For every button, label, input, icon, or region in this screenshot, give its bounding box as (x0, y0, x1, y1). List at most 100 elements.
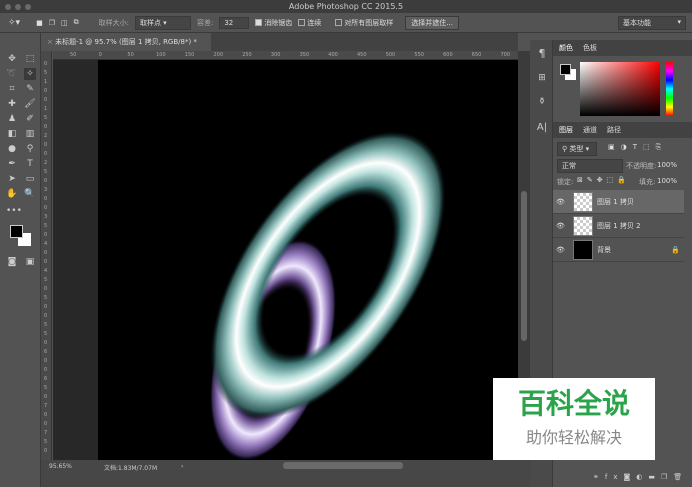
ruler-tick-label: 2 (44, 160, 48, 166)
quick-mask-icon[interactable]: ◙ (6, 256, 18, 268)
galaxy-artwork (209, 131, 446, 461)
contiguous-checkbox[interactable]: 连续 (298, 18, 321, 28)
antialias-checkbox[interactable]: 消除锯齿 (255, 18, 292, 28)
layer-row[interactable]: 👁 背景 🔒 (553, 238, 684, 262)
foreground-color-swatch[interactable] (10, 225, 23, 238)
hue-slider[interactable] (666, 62, 673, 116)
horizontal-scroll-thumb[interactable] (283, 462, 403, 469)
move-tool-icon[interactable]: ✥ (6, 53, 18, 65)
more-tools-icon[interactable]: ••• (6, 205, 22, 217)
ruler-tick-label: 5 (44, 331, 48, 337)
tolerance-input[interactable]: 32 (219, 16, 250, 29)
eraser-tool-icon[interactable]: ◧ (6, 128, 18, 140)
ruler-tick-label: 1 (44, 79, 48, 85)
layer-filter-icons[interactable]: ▣◑T⬚⎘ (608, 143, 667, 152)
intersect-selection-icon[interactable]: ⧉ (74, 18, 79, 27)
sample-size-select[interactable]: 取样点 ▾ (134, 15, 191, 30)
eyedropper-tool-icon[interactable]: ✎ (24, 83, 36, 95)
layer-row[interactable]: 👁 图层 1 拷贝 (553, 190, 684, 214)
vertical-ruler: 0510015020025030035040045050055060065070… (41, 51, 52, 460)
layer-row[interactable]: 👁 图层 1 拷贝 2 (553, 214, 684, 238)
ruler-tick-label: 1 (44, 106, 48, 112)
tools-panel: ✥ ⬚ ➰ ✧ ⌗ ✎ ✚ 🖌 ♟ ✐ ◧ ▥ ● ⚲ ✒ T ➤ ▭ ✋ 🔍 … (0, 33, 41, 487)
lock-icons[interactable]: ⊠✎✥⬚🔒 (577, 176, 630, 184)
crop-tool-icon[interactable]: ⌗ (6, 83, 18, 95)
ruler-tick-label: 300 (270, 52, 281, 58)
all-layers-checkbox[interactable]: 对所有图层取样 (335, 18, 393, 28)
eye-icon[interactable]: 👁 (556, 198, 568, 206)
layer-filter-select[interactable]: ⚲ 类型 ▾ (557, 142, 597, 156)
layer-thumbnail (573, 191, 593, 212)
layer-name: 背景 (597, 245, 611, 254)
marquee-tool-icon[interactable]: ⬚ (24, 53, 36, 65)
ruler-tick-label: 0 (44, 313, 48, 319)
minimize-window-button[interactable] (15, 4, 21, 10)
contiguous-label: 连续 (307, 18, 322, 27)
magic-wand-tool-icon[interactable]: ✧ (24, 68, 36, 80)
blend-mode-select[interactable]: 正常 (557, 159, 623, 173)
add-selection-icon[interactable]: ❐ (49, 19, 55, 27)
color-foreground-swatch[interactable] (560, 64, 571, 75)
blur-tool-icon[interactable]: ● (6, 143, 18, 155)
glyphs-icon[interactable]: ⊞ (536, 72, 548, 84)
zoom-tool-icon[interactable]: 🔍 (24, 188, 36, 200)
sample-size-value: 取样点 (139, 18, 161, 27)
subtract-selection-icon[interactable]: ◫ (61, 19, 68, 27)
brush-presets-icon[interactable]: ⚱ (536, 96, 548, 108)
close-window-button[interactable] (5, 4, 11, 10)
lasso-tool-icon[interactable]: ➰ (6, 68, 18, 80)
status-menu-arrow-icon[interactable]: › (181, 463, 183, 470)
document-tab[interactable]: × 未标题-1 @ 95.7% (图层 1 拷贝, RGB/8*) * (41, 33, 211, 51)
ruler-tick-label: 0 (44, 286, 48, 292)
ruler-tick-label: 0 (44, 124, 48, 130)
eye-icon[interactable]: 👁 (556, 246, 568, 254)
lock-label: 锁定: (557, 178, 574, 186)
ruler-tick-label: 0 (44, 142, 48, 148)
opacity-input[interactable]: 100% (657, 161, 677, 169)
history-brush-icon[interactable]: ✐ (24, 113, 36, 125)
paragraph-icon[interactable]: ¶ (536, 48, 548, 60)
stamp-tool-icon[interactable]: ♟ (6, 113, 18, 125)
zoom-level[interactable]: 95.65% (49, 463, 72, 470)
tab-paths[interactable]: 路径 (607, 125, 621, 135)
select-and-mask-button[interactable]: 选择并遮住... (405, 15, 459, 30)
character-icon[interactable]: A| (536, 122, 548, 134)
horizontal-ruler: 50 0 50 100 150 200 250 300 350 400 450 500 550 600 65… (53, 51, 518, 60)
tab-color[interactable]: 颜色 (559, 43, 573, 53)
fill-input[interactable]: 100% (657, 177, 677, 185)
dodge-tool-icon[interactable]: ⚲ (24, 143, 36, 155)
tab-swatches[interactable]: 色板 (583, 43, 597, 53)
all-layers-label: 对所有图层取样 (344, 18, 394, 27)
gradient-tool-icon[interactable]: ▥ (24, 128, 36, 140)
type-tool-icon[interactable]: T (24, 158, 36, 170)
ruler-tick-label: 0 (44, 304, 48, 310)
tab-channels[interactable]: 通道 (583, 125, 597, 135)
ruler-tick-label: 650 (471, 52, 482, 58)
new-selection-icon[interactable]: ■ (36, 19, 43, 27)
hand-tool-icon[interactable]: ✋ (6, 188, 18, 200)
vertical-scroll-thumb[interactable] (521, 191, 527, 341)
eye-icon[interactable]: 👁 (556, 222, 568, 230)
document-canvas[interactable] (98, 60, 518, 461)
magic-wand-icon[interactable]: ✧▾ (8, 18, 20, 28)
ruler-tick-label: 250 (242, 52, 252, 58)
layer-actions-bar[interactable]: ⚭fx◙◐▬❐🗑 (593, 473, 688, 481)
tab-layers[interactable]: 图层 (559, 125, 573, 135)
ruler-tick-label: 0 (44, 412, 48, 418)
fill-label: 填充: (639, 178, 656, 186)
color-field[interactable] (580, 62, 660, 116)
workspace-select[interactable]: 基本功能 ▾ (618, 16, 686, 30)
close-tab-icon[interactable]: × (47, 38, 55, 46)
screen-mode-icon[interactable]: ▣ (24, 256, 36, 268)
shape-tool-icon[interactable]: ▭ (24, 173, 36, 185)
path-select-icon[interactable]: ➤ (6, 173, 18, 185)
ruler-tick-label: 0 (44, 196, 48, 202)
healing-tool-icon[interactable]: ✚ (6, 98, 18, 110)
maximize-window-button[interactable] (25, 4, 31, 10)
brush-tool-icon[interactable]: 🖌 (24, 98, 36, 110)
ruler-tick-label: 5 (44, 169, 48, 175)
ruler-tick-label: 5 (44, 115, 48, 121)
layers-panel-tabs: 图层 通道 路径 (553, 122, 692, 138)
ruler-tick-label: 450 (357, 52, 367, 58)
pen-tool-icon[interactable]: ✒ (6, 158, 18, 170)
